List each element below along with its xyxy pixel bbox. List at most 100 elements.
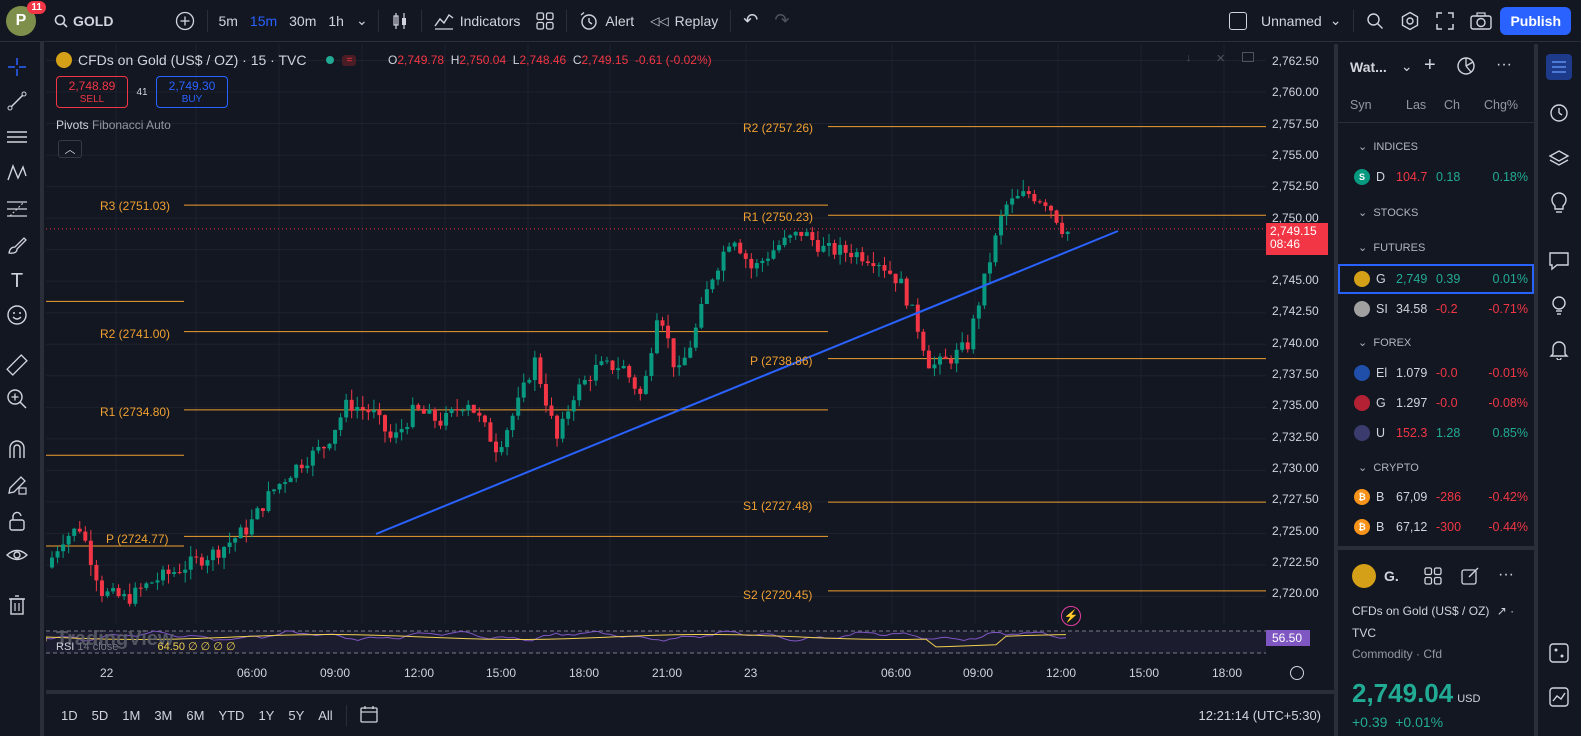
chart-type-button[interactable] [383,0,417,42]
timeframe-15m[interactable]: 15m [244,0,283,42]
publish-button[interactable]: Publish [1500,6,1571,35]
trendline-icon[interactable] [6,90,28,112]
pattern-icon[interactable] [6,162,28,184]
templates-button[interactable] [528,0,562,42]
eye-icon[interactable] [6,544,28,566]
goto-date-button[interactable] [345,704,386,726]
section-crypto[interactable]: ⌄ CRYPTO [1358,461,1419,474]
range-3m[interactable]: 3M [147,708,179,723]
column-last[interactable]: Las [1406,98,1426,112]
timeframe-5m[interactable]: 5m [212,0,243,42]
buy-button[interactable]: 2,749.30 BUY [156,76,228,108]
pie-chart-icon[interactable] [1456,56,1476,79]
watchlist-row-selected[interactable]: G 2,749 0.39 0.01% [1338,264,1534,294]
ideas-icon[interactable] [1546,292,1572,318]
candle-body [827,243,831,246]
range-1m[interactable]: 1M [115,708,147,723]
layout-selector[interactable]: Unnamed ⌄ [1221,0,1349,42]
external-link-icon[interactable]: ↗ [1497,604,1507,618]
undo-button[interactable]: ↶ [735,0,766,42]
text-tool-icon[interactable]: T [6,270,28,292]
scroll-down-icon[interactable]: ↓ [1186,52,1192,64]
fullscreen-button[interactable] [1428,0,1462,42]
time-axis[interactable]: 22 06:00 09:00 12:00 15:00 18:00 21:00 2… [46,658,1266,690]
section-futures[interactable]: ⌄ FUTURES [1358,241,1425,254]
clock-timezone[interactable]: 12:21:14 (UTC+5:30) [1192,708,1328,723]
lock-icon[interactable] [6,510,28,532]
more-icon[interactable]: ··· [1496,56,1512,74]
range-1y[interactable]: 1Y [251,708,281,723]
lightbulb-icon[interactable] [1546,190,1572,216]
sell-button[interactable]: 2,748.89 SELL [56,76,128,108]
timeframe-30m[interactable]: 30m [283,0,322,42]
emoji-icon[interactable] [6,304,28,326]
alert-button[interactable]: Alert [571,0,642,42]
user-avatar[interactable]: P 11 [6,0,46,36]
section-indices[interactable]: ⌄ INDICES [1358,140,1418,153]
watchlist-row[interactable]: U 152.3 1.28 0.85% [1338,418,1534,448]
magnet-icon[interactable] [6,438,28,460]
section-stocks[interactable]: ⌄ STOCKS [1358,206,1418,219]
watchlist-row[interactable]: ₿ B 67,12 -300 -0.44% [1338,512,1534,542]
legend-title[interactable]: CFDs on Gold (US$ / OZ) · 15 · TVC [78,52,306,68]
add-symbol-button[interactable] [167,0,203,42]
maximize-pane-icon[interactable] [1242,52,1254,62]
grid-icon[interactable] [1424,567,1442,588]
indicator-legend[interactable]: Pivots Fibonacci Auto [56,118,171,132]
quick-search-button[interactable] [1358,0,1392,42]
watchlist-row[interactable]: G 1.297 -0.0 -0.08% [1338,388,1534,418]
collapse-pane-icon[interactable]: ✕ [1216,52,1225,65]
calendar-grid-icon[interactable] [1546,640,1572,666]
candle-body [405,427,410,430]
range-5y[interactable]: 5Y [281,708,311,723]
watchlist-row[interactable]: El 1.079 -0.0 -0.01% [1338,358,1534,388]
range-all[interactable]: All [311,708,339,723]
section-forex[interactable]: ⌄ FOREX [1358,336,1411,349]
candle-body [605,360,609,362]
redo-button[interactable]: ↷ [766,0,797,42]
edit-icon[interactable] [1460,566,1480,589]
range-6m[interactable]: 6M [179,708,211,723]
collapse-legend-button[interactable]: ︿ [58,140,82,158]
price-axis[interactable]: 2,762.50 2,760.00 2,757.50 2,755.00 2,752.50… [1266,44,1334,680]
chat-icon[interactable] [1546,248,1572,274]
trash-icon[interactable] [6,594,28,616]
details-symbol[interactable]: G. [1384,568,1399,584]
timeframe-1h[interactable]: 1h [322,0,350,42]
watchlist-title[interactable]: Wat... ⌄ [1350,58,1413,75]
watchlist-icon[interactable] [1546,54,1572,80]
column-change[interactable]: Ch [1444,98,1460,112]
column-change-pct[interactable]: Chg% [1484,98,1518,112]
symbol-search-button[interactable]: GOLD [46,0,121,42]
ruler-icon[interactable] [6,354,28,376]
column-symbol[interactable]: Syn [1350,98,1372,112]
indicators-button[interactable]: Indicators [426,0,529,42]
price-chart[interactable] [46,44,1266,658]
range-5d[interactable]: 5D [85,708,116,723]
candle-body [799,231,804,236]
range-ytd[interactable]: YTD [211,708,251,723]
replay-button[interactable]: ◁◁ Replay [642,0,726,42]
axis-settings-icon[interactable] [1290,666,1304,680]
lightning-icon[interactable]: ⚡ [1061,606,1081,626]
alerts-clock-icon[interactable] [1546,100,1572,126]
timeframe-dropdown[interactable]: ⌄ [350,0,374,42]
horizontal-lines-icon[interactable] [6,126,28,148]
crosshair-icon[interactable] [6,56,28,78]
lock-pencil-icon[interactable] [6,474,28,496]
layers-icon[interactable] [1546,146,1572,172]
chart-pane[interactable]: CFDs on Gold (US$ / OZ) · 15 · TVC = O2,… [46,44,1266,658]
more-icon[interactable]: ··· [1498,566,1514,584]
range-1d[interactable]: 1D [54,708,85,723]
add-symbol-icon[interactable]: + [1424,54,1436,77]
notifications-bell-icon[interactable] [1546,336,1572,362]
watchlist-row[interactable]: SI 34.58 -0.2 -0.71% [1338,294,1534,324]
zoom-in-icon[interactable] [6,388,28,410]
fib-retracement-icon[interactable] [6,198,28,220]
settings-button[interactable] [1392,0,1428,42]
brush-icon[interactable] [6,234,28,256]
data-window-icon[interactable] [1546,684,1572,710]
watchlist-row[interactable]: ₿ B 67,09 -286 -0.42% [1338,482,1534,512]
watchlist-row[interactable]: S D 104.7 0.18 0.18% [1338,162,1534,192]
snapshot-button[interactable] [1462,0,1500,42]
